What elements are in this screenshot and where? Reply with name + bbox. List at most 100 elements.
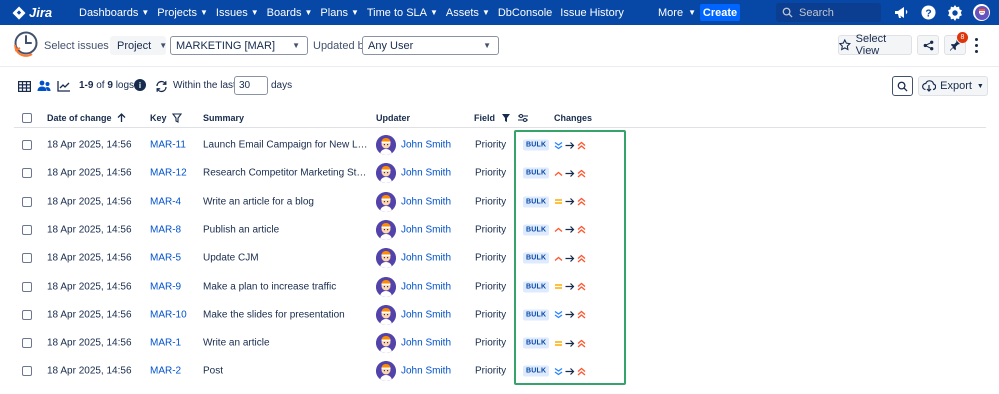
- row-issue-key-link[interactable]: MAR-2: [150, 366, 181, 377]
- row-updater-link[interactable]: John Smith: [401, 281, 451, 292]
- nav-item-time-to-sla[interactable]: Time to SLA ▼: [363, 0, 442, 25]
- chevron-down-icon: ▼: [481, 8, 490, 17]
- row-updater-link[interactable]: John Smith: [401, 224, 451, 235]
- row-checkbox[interactable]: [22, 366, 32, 377]
- nav-item-label: Issue History: [560, 6, 624, 19]
- row-checkbox[interactable]: [22, 281, 32, 292]
- nav-more-label: More: [658, 6, 684, 19]
- table-row[interactable]: 18 Apr 2025, 14:56 MAR-4 Write an article …: [14, 188, 986, 216]
- more-options-icon[interactable]: [971, 36, 981, 54]
- create-button[interactable]: Create: [700, 4, 740, 21]
- nav-item-boards[interactable]: Boards ▼: [263, 0, 317, 25]
- table-row[interactable]: 18 Apr 2025, 14:56 MAR-5 Update CJM John Sm…: [14, 244, 986, 272]
- row-updater-link[interactable]: John Smith: [401, 338, 451, 349]
- row-issue-key-link[interactable]: MAR-12: [150, 168, 187, 179]
- help-icon[interactable]: ?: [920, 4, 937, 21]
- nav-item-dashboards[interactable]: Dashboards ▼: [75, 0, 153, 25]
- nav-item-label: DbConsole: [497, 6, 553, 19]
- table-view-icon[interactable]: [16, 78, 32, 94]
- export-button[interactable]: Export ▼: [918, 76, 988, 96]
- row-summary: Launch Email Campaign for New Leads: [203, 139, 368, 151]
- megaphone-icon[interactable]: [893, 4, 910, 21]
- table-row[interactable]: 18 Apr 2025, 14:56 MAR-10 Make the slides …: [14, 301, 986, 329]
- share-button[interactable]: [917, 35, 939, 55]
- row-updater-link[interactable]: John Smith: [401, 140, 451, 151]
- filter-outline-icon[interactable]: [171, 113, 182, 123]
- row-updater-link[interactable]: John Smith: [401, 366, 451, 377]
- search-input[interactable]: Search: [776, 3, 881, 22]
- gear-icon[interactable]: [946, 4, 963, 21]
- row-field: Priority: [475, 196, 507, 208]
- history-clock-icon: [13, 30, 39, 60]
- row-checkbox[interactable]: [22, 224, 32, 235]
- column-header-field[interactable]: Field: [474, 113, 529, 123]
- column-header-date[interactable]: Date of change: [47, 113, 126, 123]
- row-issue-key-link[interactable]: MAR-1: [150, 338, 181, 349]
- column-header-changes[interactable]: Changes: [554, 113, 592, 123]
- select-all-checkbox[interactable]: [22, 113, 32, 123]
- days-input[interactable]: 30: [234, 76, 268, 95]
- row-date: 18 Apr 2025, 14:56: [47, 139, 132, 151]
- updater-avatar: [376, 135, 396, 155]
- column-header-updater[interactable]: Updater: [376, 113, 410, 123]
- sort-ascending-icon[interactable]: [117, 113, 126, 123]
- nav-more-button[interactable]: More ▼: [658, 0, 696, 25]
- info-icon[interactable]: i: [134, 79, 146, 91]
- column-header-date-label: Date of change: [47, 113, 112, 123]
- row-checkbox[interactable]: [22, 338, 32, 349]
- table-row[interactable]: 18 Apr 2025, 14:56 MAR-8 Publish an articl…: [14, 216, 986, 244]
- row-field: Priority: [475, 139, 507, 151]
- search-placeholder: Search: [799, 6, 834, 19]
- project-selector[interactable]: Project ▼: [110, 36, 167, 55]
- row-issue-key-link[interactable]: MAR-8: [150, 224, 181, 235]
- nav-item-dbconsole[interactable]: DbConsole: [494, 0, 556, 25]
- row-updater-link[interactable]: John Smith: [401, 309, 451, 320]
- nav-item-assets[interactable]: Assets ▼: [442, 0, 494, 25]
- row-issue-key-link[interactable]: MAR-11: [150, 140, 186, 151]
- updater-avatar: [376, 248, 396, 269]
- jira-logo-text: Jira: [29, 5, 53, 20]
- nav-item-issue-history[interactable]: Issue History: [556, 0, 628, 25]
- nav-item-issues[interactable]: Issues ▼: [212, 0, 263, 25]
- column-header-summary[interactable]: Summary: [203, 113, 244, 123]
- project-select[interactable]: MARKETING [MAR] ▼: [170, 36, 308, 55]
- row-issue-key-link[interactable]: MAR-10: [150, 309, 187, 320]
- pinned-notifications-button[interactable]: 8: [944, 32, 968, 55]
- select-view-button[interactable]: Select View: [838, 33, 912, 57]
- star-icon: [839, 39, 851, 51]
- row-updater-link[interactable]: John Smith: [401, 253, 451, 264]
- table-search-button[interactable]: [892, 76, 913, 96]
- row-updater-link[interactable]: John Smith: [401, 196, 451, 207]
- table-row[interactable]: 18 Apr 2025, 14:56 MAR-12 Research Competi…: [14, 159, 986, 187]
- table-row[interactable]: 18 Apr 2025, 14:56 MAR-2 Post John Smith Pri…: [14, 357, 986, 385]
- chart-view-icon[interactable]: [56, 78, 72, 94]
- refresh-icon[interactable]: [153, 78, 169, 94]
- sliders-icon[interactable]: [517, 113, 529, 123]
- people-view-icon[interactable]: [36, 78, 52, 94]
- nav-item-plans[interactable]: Plans ▼: [316, 0, 362, 25]
- table-row[interactable]: 18 Apr 2025, 14:56 MAR-1 Write an article J…: [14, 329, 986, 357]
- nav-item-projects[interactable]: Projects ▼: [153, 0, 212, 25]
- user-avatar[interactable]: [973, 4, 990, 21]
- row-checkbox[interactable]: [22, 253, 32, 264]
- row-date: 18 Apr 2025, 14:56: [47, 252, 132, 264]
- row-checkbox[interactable]: [22, 168, 32, 179]
- row-checkbox[interactable]: [22, 309, 32, 320]
- table-row[interactable]: 18 Apr 2025, 14:56 MAR-9 Make a plan to in…: [14, 273, 986, 301]
- row-issue-key-link[interactable]: MAR-5: [150, 253, 181, 264]
- table-row[interactable]: 18 Apr 2025, 14:56 MAR-11 Launch Email Cam…: [14, 131, 986, 159]
- column-header-key[interactable]: Key: [150, 113, 182, 123]
- updated-by-select[interactable]: Any User ▼: [362, 36, 499, 55]
- row-checkbox[interactable]: [22, 140, 32, 150]
- nav-item-label: Issues: [215, 6, 248, 19]
- svg-text:?: ?: [925, 8, 931, 19]
- row-date: 18 Apr 2025, 14:56: [47, 167, 132, 179]
- row-issue-key-link[interactable]: MAR-4: [150, 196, 181, 207]
- row-issue-key-link[interactable]: MAR-9: [150, 281, 181, 292]
- filter-filled-icon[interactable]: [501, 113, 511, 123]
- jira-logo[interactable]: Jira: [12, 5, 57, 20]
- row-updater-link[interactable]: John Smith: [401, 168, 451, 179]
- row-checkbox[interactable]: [22, 196, 32, 207]
- row-summary: Write an article for a blog: [203, 196, 314, 208]
- updater-avatar: [376, 219, 396, 240]
